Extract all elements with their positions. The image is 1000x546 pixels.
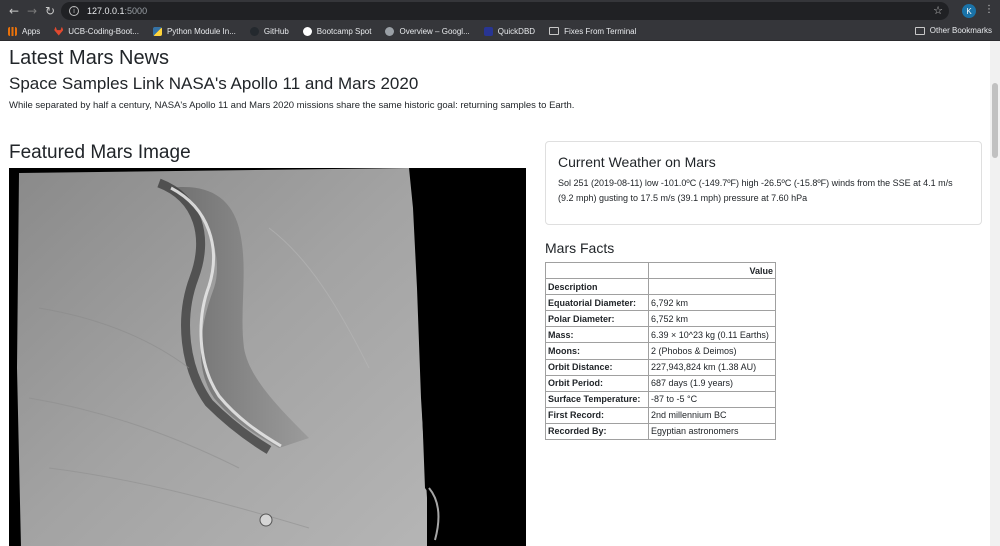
fact-value: Egyptian astronomers <box>648 422 776 441</box>
gitlab-icon <box>54 26 64 36</box>
table-row: Orbit Period: 687 days (1.9 years) <box>545 374 776 392</box>
weather-card: Current Weather on Mars Sol 251 (2019-08… <box>545 141 982 225</box>
bookmark-bootcamp[interactable]: Bootcamp Spot <box>302 26 372 36</box>
bookmark-label: GitHub <box>263 26 289 36</box>
other-bookmarks-label: Other Bookmarks <box>929 26 992 35</box>
folder-icon <box>914 26 925 35</box>
fact-value: 227,943,824 km (1.38 AU) <box>648 358 776 376</box>
news-teaser: While separated by half a century, NASA'… <box>9 100 575 111</box>
fact-key: Orbit Distance: <box>545 358 649 376</box>
bookmark-fixes[interactable]: Fixes From Terminal <box>549 27 636 36</box>
table-row: Equatorial Diameter: 6,792 km <box>545 294 776 312</box>
mars-terrain-image <box>17 168 526 546</box>
fact-key: Polar Diameter: <box>545 310 649 328</box>
table-row: First Record: 2nd millennium BC <box>545 406 776 424</box>
url-port: :5000 <box>124 6 148 16</box>
page-content: Latest Mars News Space Samples Link NASA… <box>0 41 1000 546</box>
bookmark-python[interactable]: Python Module In... <box>152 26 236 36</box>
fact-key: Surface Temperature: <box>545 390 649 408</box>
bookmark-quickdbd[interactable]: QuickDBD <box>483 26 536 36</box>
featured-image-heading: Featured Mars Image <box>9 142 191 163</box>
fact-key: Mass: <box>545 326 649 344</box>
fact-value: 6.39 × 10^23 kg (0.11 Earths) <box>648 326 776 344</box>
facts-table: Value Description Equatorial Diameter: 6,… <box>545 261 776 441</box>
back-arrow-icon[interactable]: ← <box>6 3 22 19</box>
weather-text: Sol 251 (2019-08-11) low -101.0ºC (-149.… <box>558 178 953 203</box>
bookmarks-bar: Apps UCB-Coding-Boot... Python Module In… <box>0 22 1000 41</box>
forward-arrow-icon[interactable]: → <box>24 3 40 19</box>
fact-key: Equatorial Diameter: <box>545 294 649 312</box>
weather-heading: Current Weather on Mars <box>558 154 716 170</box>
fact-key: Recorded By: <box>545 422 649 441</box>
page-scrollbar[interactable] <box>990 41 1000 546</box>
bookmark-apps[interactable]: Apps <box>8 26 41 36</box>
quickdbd-icon <box>483 26 493 36</box>
bookmark-label: QuickDBD <box>497 26 536 36</box>
profile-avatar[interactable]: K <box>962 4 976 18</box>
bookmark-label: Python Module In... <box>166 26 236 36</box>
bookmark-github[interactable]: GitHub <box>249 26 289 36</box>
address-bar[interactable]: i 127.0.0.1:5000 ☆ <box>61 2 949 20</box>
menu-kebab-icon[interactable]: ⋮ <box>984 4 994 15</box>
facts-description-label: Description <box>545 278 649 296</box>
bookmark-label: Overview – Googl... <box>399 26 470 36</box>
fact-value: -87 to -5 °C <box>648 390 776 408</box>
facts-header-blank <box>545 261 649 280</box>
facts-header-value: Value <box>648 261 776 280</box>
browser-toolbar: ← → ↻ i 127.0.0.1:5000 ☆ K ⋮ <box>0 0 1000 22</box>
table-row: Orbit Distance: 227,943,824 km (1.38 AU) <box>545 358 776 376</box>
bookmark-label: Fixes From Terminal <box>564 26 637 36</box>
python-icon <box>152 26 162 36</box>
facts-description-value <box>648 278 776 296</box>
url-host: 127.0.0.1 <box>87 6 125 16</box>
fact-value: 2 (Phobos & Deimos) <box>648 342 776 360</box>
facts-header-row: Value <box>545 261 776 280</box>
table-row: Polar Diameter: 6,752 km <box>545 310 776 328</box>
facts-description-row: Description <box>545 278 776 296</box>
table-row: Surface Temperature: -87 to -5 °C <box>545 390 776 408</box>
fact-key: First Record: <box>545 406 649 424</box>
fact-value: 6,752 km <box>648 310 776 328</box>
gear-icon <box>385 26 395 36</box>
fact-key: Orbit Period: <box>545 374 649 392</box>
fact-value: 6,792 km <box>648 294 776 312</box>
news-title: Space Samples Link NASA's Apollo 11 and … <box>9 74 419 93</box>
fact-value: 687 days (1.9 years) <box>648 374 776 392</box>
bookmark-ucb[interactable]: UCB-Coding-Boot... <box>54 26 139 36</box>
bookmark-star-icon[interactable]: ☆ <box>933 4 943 17</box>
featured-mars-image <box>9 168 526 546</box>
bookmark-label: Apps <box>22 26 41 36</box>
github-icon <box>249 26 259 36</box>
bookmark-overview[interactable]: Overview – Googl... <box>385 26 470 36</box>
other-bookmarks[interactable]: Other Bookmarks <box>914 26 992 35</box>
news-heading: Latest Mars News <box>9 47 170 69</box>
fact-value: 2nd millennium BC <box>648 406 776 424</box>
info-icon[interactable]: i <box>69 6 79 16</box>
globe-icon <box>302 26 312 36</box>
url-text: 127.0.0.1:5000 <box>87 6 147 16</box>
table-row: Mass: 6.39 × 10^23 kg (0.11 Earths) <box>545 326 776 344</box>
table-row: Recorded By: Egyptian astronomers <box>545 422 776 441</box>
bookmark-label: UCB-Coding-Boot... <box>68 26 139 36</box>
reload-icon[interactable]: ↻ <box>42 3 58 19</box>
facts-heading: Mars Facts <box>545 240 615 256</box>
apps-grid-icon <box>8 26 17 36</box>
fact-key: Moons: <box>545 342 649 360</box>
bookmark-label: Bootcamp Spot <box>316 26 372 36</box>
table-row: Moons: 2 (Phobos & Deimos) <box>545 342 776 360</box>
folder-icon <box>549 27 560 35</box>
scrollbar-thumb[interactable] <box>992 83 998 158</box>
